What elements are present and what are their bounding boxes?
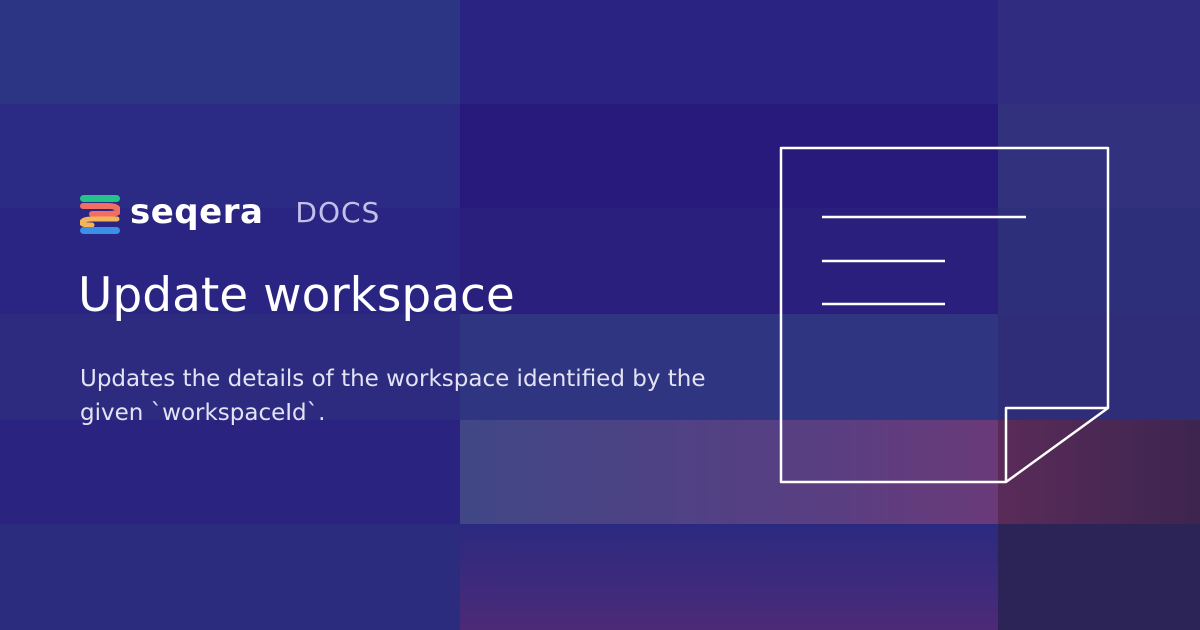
background-tile [460,524,998,630]
background-tile [0,420,460,524]
background-tile [460,0,998,104]
background-tile [998,0,1200,104]
seqera-logo-icon [80,195,120,234]
background-tile [0,0,460,104]
document-icon [779,146,1110,484]
page-title: Update workspace [78,268,515,323]
page-description: Updates the details of the workspace ide… [80,366,706,426]
brand-name: seqera [130,192,264,232]
section-label: DOCS [295,196,381,229]
brand-header: seqera DOCS [80,193,380,235]
background-tile [998,524,1200,630]
background-tile [0,524,460,630]
